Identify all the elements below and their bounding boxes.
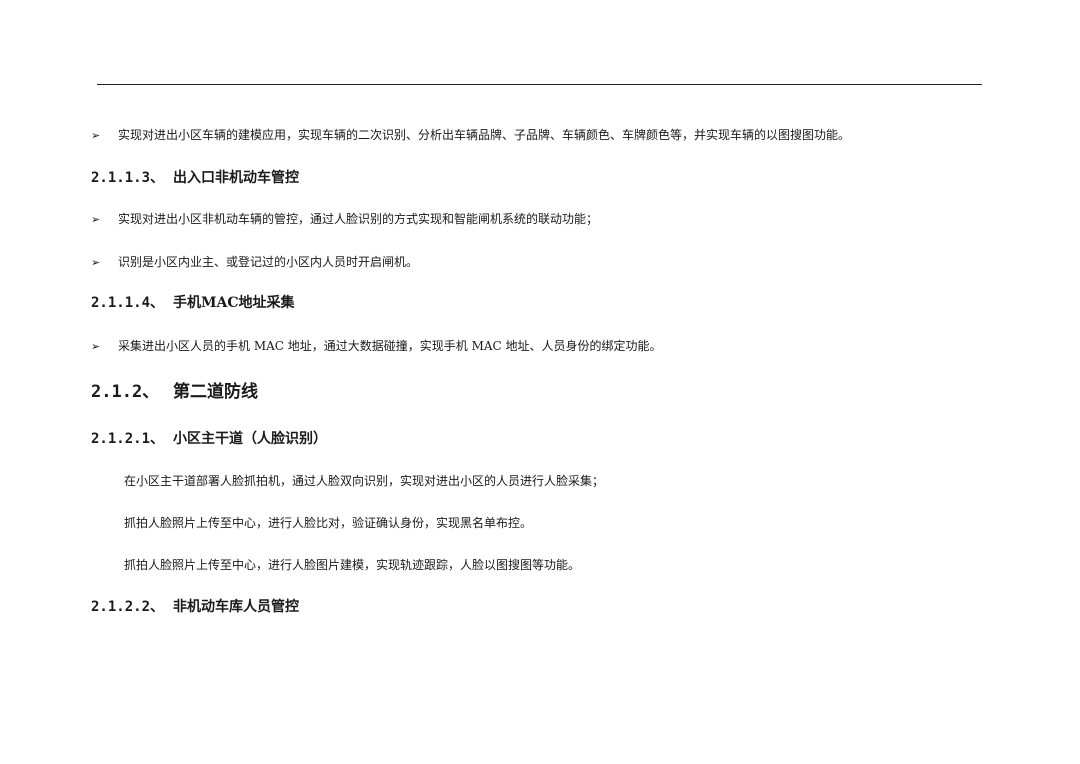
header-rule <box>97 84 982 85</box>
bullet-text: 实现对进出小区车辆的建模应用，实现车辆的二次识别、分析出车辆品牌、子品牌、车辆颜… <box>118 128 851 142</box>
bullet-item: ➢ 采集进出小区人员的手机 MAC 地址，通过大数据碰撞，实现手机 MAC 地址、… <box>91 338 1080 355</box>
section-heading-2-1-2-2: 2.1.2.2、 非机动车库人员管控 <box>91 597 1080 617</box>
section-number: 2.1.2.1、 <box>91 431 165 447</box>
body-paragraph: 在小区主干道部署人脸抓拍机，通过人脸双向识别，实现对进出小区的人员进行人脸采集； <box>124 474 605 488</box>
body-paragraph: 抓拍人脸照片上传至中心，进行人脸比对，验证确认身份，实现黑名单布控。 <box>124 516 533 530</box>
section-number: 2.1.2.2、 <box>91 599 165 615</box>
bullet-text: 实现对进出小区非机动车辆的管控，通过人脸识别的方式实现和智能闸机系统的联动功能； <box>118 212 599 226</box>
section-number: 2.1.1.3、 <box>91 170 165 186</box>
section-title: 第二道防线 <box>173 382 258 402</box>
bullet-text: 识别是小区内业主、或登记过的小区内人员时开启闸机。 <box>118 255 419 269</box>
section-title: 非机动车库人员管控 <box>173 599 299 615</box>
section-heading-2-1-1-3: 2.1.1.3、 出入口非机动车管控 <box>91 168 1080 188</box>
bullet-text: 采集进出小区人员的手机 MAC 地址，通过大数据碰撞，实现手机 MAC 地址、人… <box>118 339 662 353</box>
body-paragraph: 抓拍人脸照片上传至中心，进行人脸图片建模，实现轨迹跟踪，人脸以图搜图等功能。 <box>124 558 581 572</box>
section-heading-2-1-1-4: 2.1.1.4、 手机MAC地址采集 <box>91 293 1080 313</box>
section-title: 出入口非机动车管控 <box>173 170 299 186</box>
bullet-item: ➢ 实现对进出小区车辆的建模应用，实现车辆的二次识别、分析出车辆品牌、子品牌、车辆… <box>91 127 1080 144</box>
arrow-bullet-icon: ➢ <box>91 256 101 269</box>
bullet-item: ➢ 实现对进出小区非机动车辆的管控，通过人脸识别的方式实现和智能闸机系统的联动功能… <box>91 211 1080 228</box>
section-heading-2-1-2-1: 2.1.2.1、 小区主干道（人脸识别） <box>91 429 1080 449</box>
section-title: 手机MAC地址采集 <box>173 295 295 311</box>
arrow-bullet-icon: ➢ <box>91 129 101 142</box>
arrow-bullet-icon: ➢ <box>91 340 101 353</box>
section-number: 2.1.1.4、 <box>91 295 165 311</box>
bullet-item: ➢ 识别是小区内业主、或登记过的小区内人员时开启闸机。 <box>91 254 1080 271</box>
section-number: 2.1.2、 <box>91 382 160 402</box>
section-title: 小区主干道（人脸识别） <box>173 431 327 447</box>
arrow-bullet-icon: ➢ <box>91 213 101 226</box>
document-page: ➢ 实现对进出小区车辆的建模应用，实现车辆的二次识别、分析出车辆品牌、子品牌、车辆… <box>0 0 1080 764</box>
section-heading-2-1-2: 2.1.2、 第二道防线 <box>91 381 1080 403</box>
